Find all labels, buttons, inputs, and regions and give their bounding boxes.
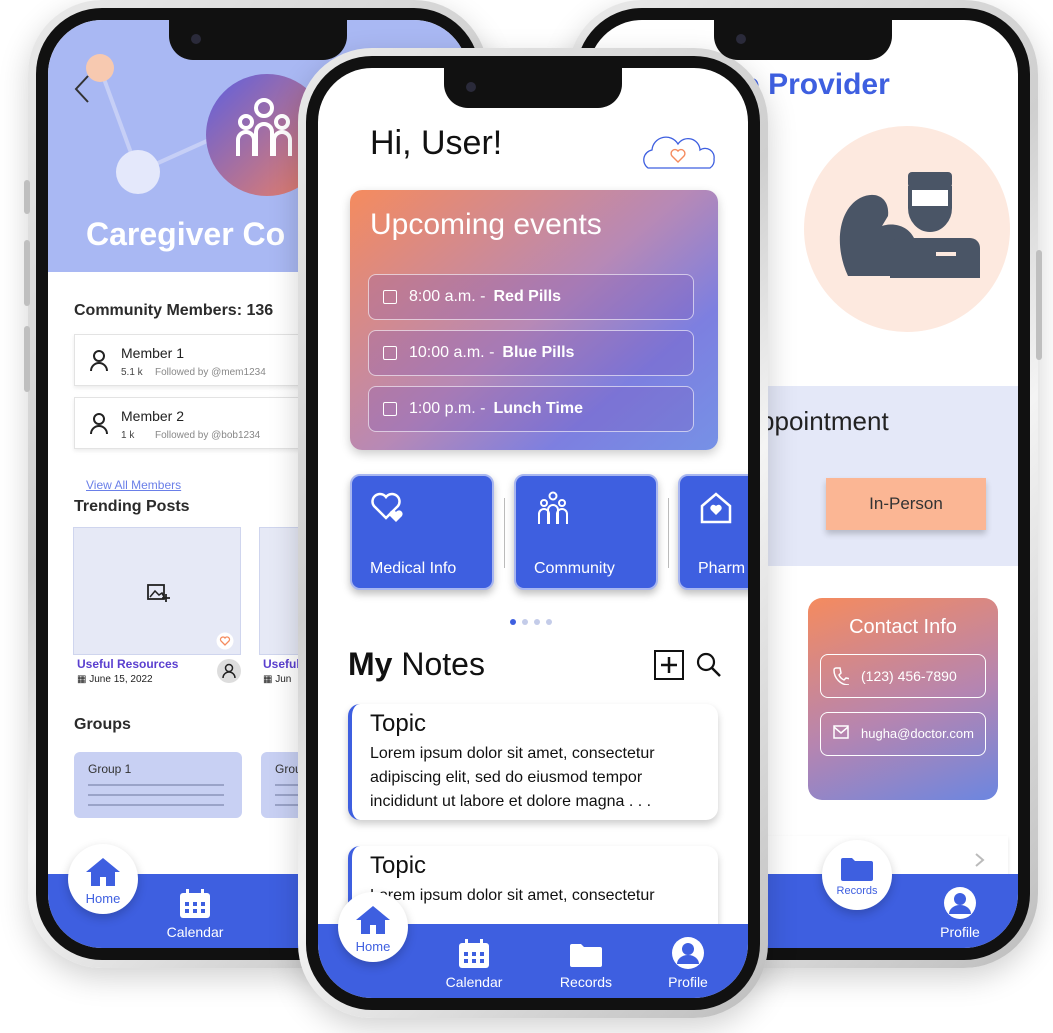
phone-icon <box>833 667 849 685</box>
event-checkbox[interactable] <box>383 402 397 416</box>
tab-profile[interactable]: Profile <box>648 936 728 990</box>
notes-title: My Notes <box>348 646 485 682</box>
member-followed: Followed by @bob1234 <box>155 430 261 441</box>
calendar-icon: ▦ <box>263 674 273 685</box>
tab-records[interactable]: Records <box>546 940 626 990</box>
member-name: Member 1 <box>121 345 185 361</box>
phone-button[interactable]: (123) 456-7890 <box>820 654 986 698</box>
post-title[interactable]: Useful Resources <box>77 657 178 671</box>
post-date: ▦ June 15, 2022 <box>77 674 153 685</box>
back-chevron-icon[interactable] <box>72 74 92 104</box>
tab-calendar[interactable]: Calendar <box>434 938 514 990</box>
calendar-icon: ▦ <box>77 674 87 685</box>
groups-heading: Groups <box>74 716 131 733</box>
heart-hands-icon <box>371 492 403 522</box>
folder-icon <box>841 858 873 881</box>
folder-icon <box>570 944 602 967</box>
note-body: Lorem ipsum dolor sit amet, consectetur … <box>370 745 655 810</box>
calendar-icon <box>459 939 489 968</box>
house-heart-icon <box>700 492 732 524</box>
note-topic: Topic <box>370 852 427 879</box>
carousel-dots[interactable] <box>510 612 558 630</box>
home-icon <box>356 906 390 934</box>
greeting: Hi, User! <box>370 124 503 162</box>
community-title: Caregiver Co <box>86 216 286 252</box>
upcoming-events-card: Upcoming events 8:00 a.m. - Red Pills 10:… <box>350 190 718 450</box>
doctor-muscle-icon <box>839 172 980 278</box>
view-all-members-link[interactable]: View All Members <box>86 478 181 492</box>
post-title[interactable]: Useful <box>263 657 300 671</box>
member-count: 5.1 k <box>121 367 143 378</box>
in-person-button[interactable]: In-Person <box>826 478 986 530</box>
contact-card: Contact Info (123) 456-7890 hugha@doctor… <box>808 598 998 800</box>
note-card[interactable]: Topic Lorem ipsum dolor sit amet, consec… <box>348 704 718 820</box>
cloud-heart-logo <box>643 136 715 169</box>
search-icon[interactable] <box>696 652 722 678</box>
email-button[interactable]: hugha@doctor.com <box>820 712 986 756</box>
home-screen: Hi, User! Upcoming events 8:00 a.m. - Red… <box>318 68 748 998</box>
person-icon <box>90 413 108 435</box>
trending-heading: Trending Posts <box>74 498 190 515</box>
home-icon <box>86 858 120 886</box>
community-icon <box>538 491 568 524</box>
category-medical-info[interactable]: Medical Info <box>350 474 494 590</box>
event-item[interactable]: 1:00 p.m. - Lunch Time <box>368 386 694 432</box>
add-image-icon <box>147 584 170 602</box>
phone-home: Hi, User! Upcoming events 8:00 a.m. - Red… <box>298 48 768 1018</box>
author-avatar-icon[interactable] <box>216 658 242 684</box>
category-community[interactable]: Community <box>514 474 658 590</box>
category-pharmacy[interactable]: Pharm <box>678 474 748 590</box>
event-checkbox[interactable] <box>383 346 397 360</box>
person-icon <box>90 350 108 372</box>
tab-records[interactable]: Records <box>822 840 892 910</box>
tab-home[interactable]: Home <box>338 892 408 962</box>
profile-icon <box>672 937 704 969</box>
events-title: Upcoming events <box>370 208 602 241</box>
tab-profile[interactable]: Profile <box>920 886 1000 940</box>
event-item[interactable]: 10:00 a.m. - Blue Pills <box>368 330 694 376</box>
member-card[interactable]: Member 1 5.1 k Followed by @mem1234 <box>74 334 334 386</box>
chevron-right-icon <box>975 853 985 867</box>
member-count: 1 k <box>121 430 135 441</box>
post-date: ▦ Jun <box>263 674 292 685</box>
post-image-placeholder[interactable] <box>73 527 241 655</box>
contact-title: Contact Info <box>849 616 957 638</box>
group-card[interactable]: Group 1 <box>74 752 242 818</box>
members-heading: Community Members: 136 <box>74 302 274 319</box>
event-item[interactable]: 8:00 a.m. - Red Pills <box>368 274 694 320</box>
provider-avatar <box>804 126 1010 332</box>
profile-icon <box>944 887 976 919</box>
tab-home[interactable]: Home <box>68 844 138 914</box>
note-body: Lorem ipsum dolor sit amet, consectetur <box>370 887 655 904</box>
member-followed: Followed by @mem1234 <box>155 367 266 378</box>
member-card[interactable]: Member 2 1 k Followed by @bob1234 <box>74 397 334 449</box>
event-checkbox[interactable] <box>383 290 397 304</box>
mockup-stage: Caregiver Co Community Members: 136 Memb… <box>0 0 1053 1033</box>
mail-icon <box>833 725 849 739</box>
calendar-icon <box>180 889 210 918</box>
group-label: Group 1 <box>88 762 132 776</box>
heart-icon[interactable] <box>216 632 234 650</box>
add-note-icon[interactable] <box>654 650 684 680</box>
note-topic: Topic <box>370 710 427 737</box>
tab-calendar[interactable]: Calendar <box>155 888 235 940</box>
member-name: Member 2 <box>121 408 185 424</box>
